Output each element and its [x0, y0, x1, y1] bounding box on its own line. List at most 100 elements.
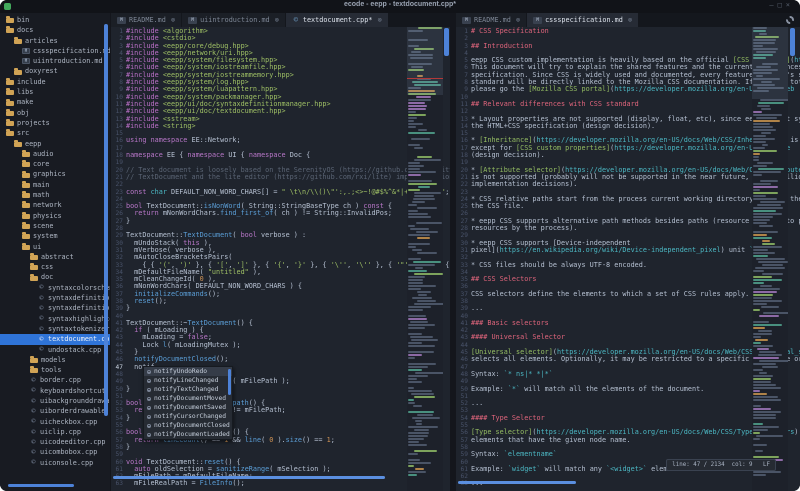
tree-item-label: make [17, 97, 33, 107]
ecode-window: ecode - eepp - textdocument.cpp* –□× bin… [0, 0, 800, 491]
tree-item-uiconsole-cpp[interactable]: ©uiconsole.cpp [0, 458, 110, 468]
tree-item-label: bin [17, 15, 29, 25]
minimap-viewport-left[interactable] [407, 27, 443, 95]
tab-label: uiintroduction.md [200, 16, 270, 24]
line-number: 7 [111, 72, 126, 79]
tree-item-textdocument-cpp[interactable]: ©textdocument.cpp [0, 334, 110, 344]
tree-item-doxyrest[interactable]: doxyrest [0, 66, 110, 76]
tab-uiintroduction-md[interactable]: Muiintroduction.md⊗ [182, 13, 285, 27]
tab-cssspecification-md[interactable]: Mcssspecification.md⊗ [527, 13, 638, 27]
line-number: 4 [111, 50, 126, 57]
tree-item-ui[interactable]: ui [0, 242, 110, 252]
tab-README-md[interactable]: MREADME.md⊗ [456, 13, 526, 27]
tree-item-uicheckbox-cpp[interactable]: ©uicheckbox.cpp [0, 417, 110, 427]
editor-left-horizontal-scrollbar[interactable] [113, 476, 385, 479]
tree-item-articles[interactable]: articles [0, 36, 110, 46]
tree-item-uicodeeditor-cpp[interactable]: ©uicodeeditor.cpp [0, 437, 110, 447]
code-line: 14the HTML+CSS specification (design dec… [456, 123, 800, 130]
code-line: 63 mFileRealPath = FileInfo(); [111, 480, 450, 487]
tree-item-doc[interactable]: doc [0, 272, 110, 282]
tab-README-md[interactable]: MREADME.md⊗ [111, 13, 181, 27]
tree-item-obj[interactable]: obj [0, 108, 110, 118]
tree-item-scene[interactable]: scene [0, 221, 110, 231]
tree-item-label: undostack.cpp [48, 345, 101, 355]
tree-item-undostack-cpp[interactable]: ©undostack.cpp [0, 345, 110, 355]
gear-icon[interactable] [786, 16, 794, 24]
tree-item-projects[interactable]: projects [0, 118, 110, 128]
editor-left-vertical-scrollbar[interactable] [444, 28, 449, 56]
maximize-icon[interactable]: □ [778, 1, 786, 9]
autocomplete-item-notifyDocumentSaved[interactable]: notifyDocumentSaved [144, 403, 232, 412]
titlebar[interactable]: ecode - eepp - textdocument.cpp* –□× [0, 0, 800, 13]
tree-item-syntaxcolorscheme[interactable]: ©syntaxcolorscheme [0, 283, 110, 293]
line-number: 54 [111, 415, 126, 422]
autocomplete-item-notifyDocumentMoved[interactable]: notifyDocumentMoved [144, 394, 232, 403]
tree-item-core[interactable]: core [0, 159, 110, 169]
folder-icon [22, 183, 30, 188]
autocomplete-item-notifyLineChanged[interactable]: notifyLineChanged [144, 376, 232, 385]
minimap-viewport-right[interactable] [752, 27, 788, 99]
tab-close-icon[interactable]: ⊗ [275, 16, 279, 24]
close-icon[interactable]: × [786, 1, 794, 9]
tree-item-make[interactable]: make [0, 97, 110, 107]
tree-item-uiborderdrawable-cp[interactable]: ©uiborderdrawable.cp [0, 406, 110, 416]
tree-item-uiintroduction-md[interactable]: Muiintroduction.md [0, 56, 110, 66]
tree-item-audio[interactable]: audio [0, 149, 110, 159]
tree-item-uicombobox-cpp[interactable]: ©uicombobox.cpp [0, 447, 110, 457]
folder-icon [6, 80, 14, 85]
tree-item-tools[interactable]: tools [0, 365, 110, 375]
code-line: 27} [111, 218, 450, 225]
tree-item-models[interactable]: models [0, 355, 110, 365]
tab-close-icon[interactable]: ⊗ [516, 16, 520, 24]
code-editor-cssspecification[interactable]: 1# CSS Specification23## Introduction45e… [456, 27, 800, 491]
autocomplete-scrollbar[interactable] [228, 369, 231, 395]
tab-close-icon[interactable]: ⊗ [171, 16, 175, 24]
autocomplete-item-notifyDocumentClosed[interactable]: notifyDocumentClosed [144, 421, 232, 430]
tree-item-libs[interactable]: libs [0, 87, 110, 97]
tree-item-system[interactable]: system [0, 231, 110, 241]
tree-item-syntaxdefinitionma[interactable]: ©syntaxdefinitionma [0, 303, 110, 313]
tree-item-css[interactable]: css [0, 262, 110, 272]
autocomplete-item-notifyUndoRedo[interactable]: notifyUndoRedo [144, 367, 232, 376]
minimap-left[interactable] [407, 27, 443, 491]
tree-item-abstract[interactable]: abstract [0, 252, 110, 262]
tree-item-bin[interactable]: bin [0, 15, 110, 25]
line-text: } [126, 444, 130, 451]
tree-item-include[interactable]: include [0, 77, 110, 87]
tree-item-main[interactable]: main [0, 180, 110, 190]
tab-textdocument-cpp-[interactable]: ©textdocument.cpp*⊗ [286, 13, 388, 27]
tree-item-eepp[interactable]: eepp [0, 139, 110, 149]
tab-close-icon[interactable]: ⊗ [628, 16, 632, 24]
line-number: 57 [456, 437, 471, 444]
file-tree-horizontal-scrollbar[interactable] [8, 484, 74, 487]
editor-right-vertical-scrollbar[interactable] [790, 28, 795, 56]
line-number: 11 [111, 101, 126, 108]
autocomplete-item-notifyCursorChanged[interactable]: notifyCursorChanged [144, 412, 232, 421]
autocomplete-item-notifyDocumentLoaded[interactable]: notifyDocumentLoaded [144, 430, 232, 439]
tree-item-keyboardshortcut-cp[interactable]: ©keyboardshortcut.cp [0, 386, 110, 396]
tree-item-cssspecification-md[interactable]: Mcssspecification.md [0, 46, 110, 56]
tree-item-border-cpp[interactable]: ©border.cpp [0, 375, 110, 385]
autocomplete-item-notifyTextChanged[interactable]: notifyTextChanged [144, 385, 232, 394]
line-text: } [126, 218, 130, 225]
tree-item-syntaxtokenizer-cp[interactable]: ©syntaxtokenizer.cp [0, 324, 110, 334]
minimap-right[interactable] [752, 27, 788, 491]
tree-item-uibackgrounddrawab[interactable]: ©uibackgrounddrawab [0, 396, 110, 406]
minimize-icon[interactable]: – [769, 1, 777, 9]
tree-item-src[interactable]: src [0, 128, 110, 138]
tree-item-math[interactable]: math [0, 190, 110, 200]
editor-right-horizontal-scrollbar[interactable] [458, 481, 576, 484]
code-editor-textdocument[interactable]: 1#include <algorithm>2#include <cstdio>3… [111, 27, 450, 491]
line-number: 27 [111, 218, 126, 225]
file-tree-vertical-scrollbar[interactable] [104, 24, 108, 416]
tree-item-docs[interactable]: docs [0, 25, 110, 35]
tree-item-syntaxhighlighter-c[interactable]: ©syntaxhighlighter.c [0, 314, 110, 324]
tree-item-physics[interactable]: physics [0, 211, 110, 221]
tree-item-syntaxdefinition-cp[interactable]: ©syntaxdefinition.cp [0, 293, 110, 303]
tab-close-icon[interactable]: ⊗ [377, 16, 381, 24]
code-line: 46selects all elements. Optionally, it m… [456, 356, 800, 363]
tree-item-uiclip-cpp[interactable]: ©uiclip.cpp [0, 427, 110, 437]
folder-icon [6, 121, 14, 126]
tree-item-network[interactable]: network [0, 200, 110, 210]
tree-item-graphics[interactable]: graphics [0, 169, 110, 179]
